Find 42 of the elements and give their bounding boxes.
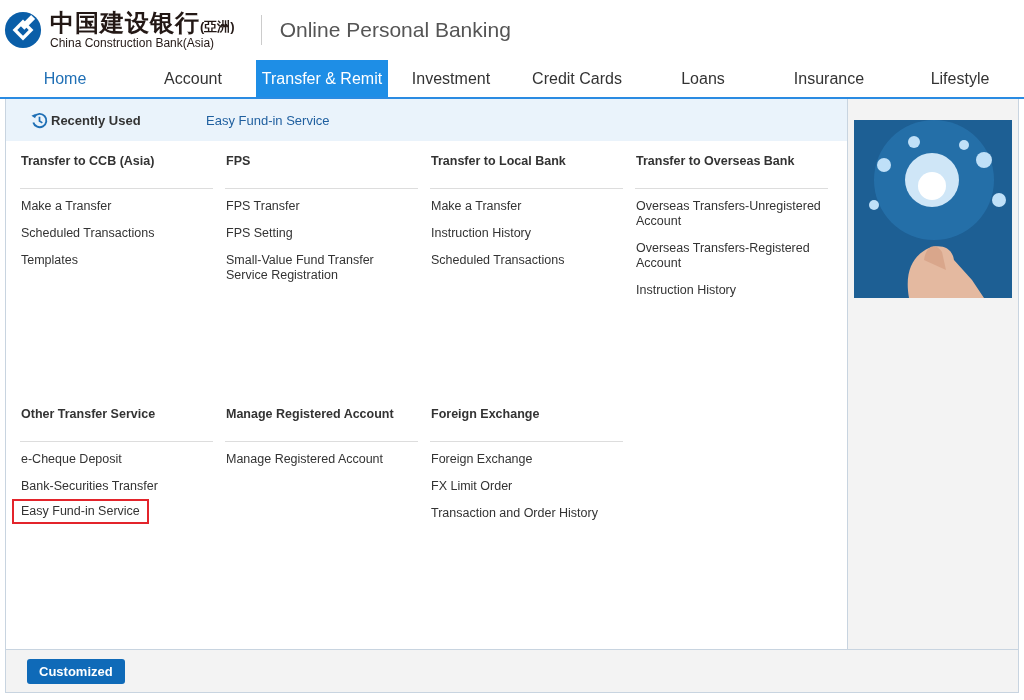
section-heading: Transfer to Overseas Bank — [635, 154, 795, 168]
menu-link[interactable]: FPS Transfer — [223, 197, 303, 216]
menu-link[interactable]: Instruction History — [633, 281, 740, 300]
menu-link[interactable]: Overseas Transfers-Registered Account — [633, 239, 828, 273]
menu-link[interactable]: Bank-Securities Transfer — [18, 477, 161, 496]
menu-link[interactable]: Scheduled Transactions — [18, 224, 158, 243]
bank-region-chinese: (亞洲) — [200, 19, 235, 34]
section-heading: Foreign Exchange — [430, 407, 540, 421]
recently-used-label: Recently Used — [51, 112, 142, 128]
section-heading: Transfer to Local Bank — [430, 154, 566, 168]
nav-tab[interactable]: Home — [0, 60, 130, 97]
history-icon — [30, 110, 49, 130]
section-heading: FPS — [225, 154, 251, 168]
customized-button[interactable]: Customized — [27, 658, 125, 684]
section-heading: Other Transfer Service — [20, 407, 156, 421]
menu-link[interactable]: Manage Registered Account — [223, 450, 387, 469]
section-heading: Transfer to CCB (Asia) — [20, 154, 155, 168]
menu-link[interactable]: e-Cheque Deposit — [18, 450, 125, 469]
menu-link[interactable]: Small-Value Fund Transfer Service Registration — [223, 251, 418, 285]
menu-link[interactable]: Transaction and Order History — [428, 504, 601, 523]
nav-tab[interactable]: Lifestyle — [892, 60, 1024, 97]
menu-link[interactable]: Make a Transfer — [428, 197, 525, 216]
bank-name-chinese: 中国建设银行 — [50, 10, 200, 36]
menu-link[interactable]: Overseas Transfers-Unregistered Account — [633, 197, 828, 231]
nav-tab[interactable]: Credit Cards — [514, 60, 640, 97]
section-heading: Manage Registered Account — [225, 407, 394, 421]
menu-link[interactable]: FPS Setting — [223, 224, 296, 243]
menu-link[interactable]: Scheduled Transactions — [428, 251, 568, 270]
recent-link[interactable]: Easy Fund-in Service — [206, 112, 330, 128]
menu-link[interactable]: Make a Transfer — [18, 197, 115, 216]
menu-link[interactable]: Templates — [18, 251, 81, 270]
menu-link[interactable]: Easy Fund-in Service — [12, 499, 149, 524]
menu-link[interactable]: Instruction History — [428, 224, 535, 243]
bank-name-english: China Construction Bank(Asia) — [50, 36, 216, 50]
nav-tab[interactable]: Insurance — [766, 60, 892, 97]
nav-tab[interactable]: Account — [130, 60, 256, 97]
nav-tab[interactable]: Loans — [640, 60, 766, 97]
nav-tab[interactable]: Investment — [388, 60, 514, 97]
bank-logo-icon — [4, 11, 42, 49]
menu-link[interactable]: FX Limit Order — [428, 477, 516, 496]
product-title: Online Personal Banking — [279, 18, 511, 42]
menu-link[interactable]: Foreign Exchange — [428, 450, 536, 469]
